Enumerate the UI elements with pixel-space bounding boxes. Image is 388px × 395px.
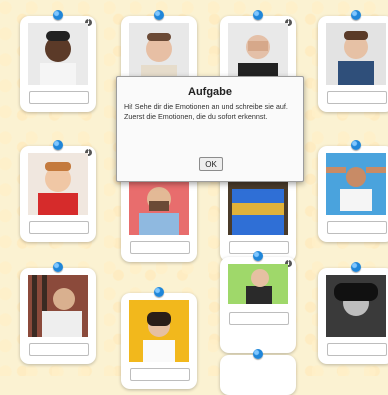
emotion-answer-input[interactable] (29, 221, 89, 234)
emotion-photo (326, 23, 386, 85)
emotion-card-9[interactable] (20, 262, 96, 364)
emotion-card-10[interactable] (121, 287, 197, 389)
emotion-answer-input[interactable] (29, 343, 89, 356)
emotion-answer-input[interactable] (327, 343, 387, 356)
emotion-answer-input[interactable] (130, 368, 190, 381)
pin-icon (53, 10, 63, 20)
pin-icon (253, 251, 263, 261)
emotion-photo (28, 23, 88, 85)
emotion-photo (228, 264, 288, 304)
emotion-answer-input[interactable] (327, 221, 387, 234)
dialog-title: Aufgabe (188, 86, 232, 98)
emotion-card-5[interactable]: i (20, 140, 96, 242)
emotion-photo (326, 275, 386, 337)
emotion-photo (129, 300, 189, 362)
task-dialog: Aufgabe Hi! Sehe dir die Emotionen an un… (116, 76, 304, 182)
emotion-photo (228, 173, 288, 235)
emotion-photo (129, 173, 189, 235)
emotion-photo (28, 275, 88, 337)
emotion-photo (28, 153, 88, 215)
emotion-answer-input[interactable] (229, 312, 289, 325)
emotion-card-13[interactable] (220, 349, 296, 395)
emotion-answer-input[interactable] (327, 91, 387, 104)
pin-icon (154, 287, 164, 297)
pin-icon (253, 349, 263, 359)
pin-icon (53, 140, 63, 150)
dialog-message: Hi! Sehe dir die Emotionen an und schrei… (124, 102, 288, 121)
emotion-answer-input[interactable] (29, 91, 89, 104)
pin-icon (351, 262, 361, 272)
ok-button[interactable]: OK (199, 157, 223, 171)
pin-icon (351, 140, 361, 150)
emotion-card-11[interactable]: i (220, 251, 296, 353)
pin-icon (351, 10, 361, 20)
emotion-card-12[interactable] (318, 262, 388, 364)
emotion-card-1[interactable]: i (20, 10, 96, 112)
pin-icon (53, 262, 63, 272)
emotion-card-4[interactable] (318, 10, 388, 112)
emotion-card-8[interactable] (318, 140, 388, 242)
emotion-photo (326, 153, 386, 215)
emotion-answer-input[interactable] (130, 241, 190, 254)
pin-icon (253, 10, 263, 20)
pin-icon (154, 10, 164, 20)
